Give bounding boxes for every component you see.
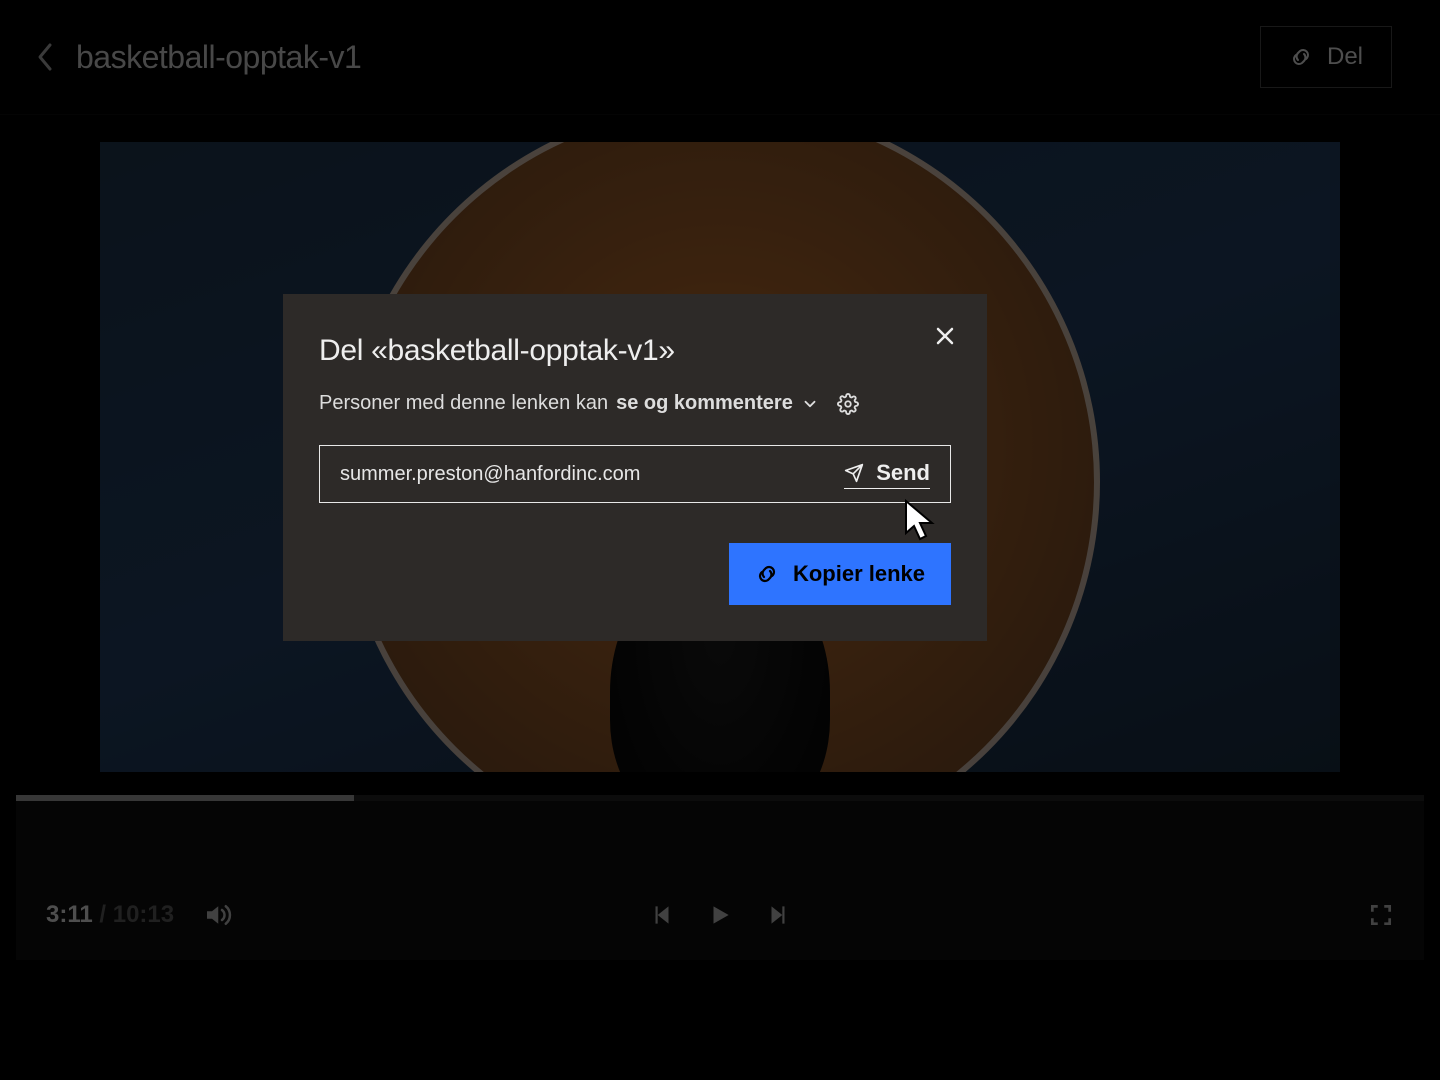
email-field-container: Send: [319, 445, 951, 503]
gear-icon[interactable]: [837, 393, 859, 415]
copy-link-button[interactable]: Kopier lenke: [729, 543, 951, 605]
permission-mode[interactable]: se og kommentere: [616, 392, 793, 415]
modal-title: Del «basketball-opptak-v1»: [319, 334, 951, 368]
send-button-label: Send: [876, 460, 930, 486]
paper-plane-icon: [844, 463, 864, 483]
permission-row: Personer med denne lenken kan se og komm…: [319, 392, 951, 415]
share-modal: Del «basketball-opptak-v1» Personer med …: [283, 294, 987, 641]
permission-prefix: Personer med denne lenken kan: [319, 392, 608, 415]
chevron-down-icon[interactable]: [801, 395, 819, 413]
email-field[interactable]: [340, 463, 844, 486]
link-icon: [755, 562, 779, 586]
copy-link-label: Kopier lenke: [793, 561, 925, 587]
send-button[interactable]: Send: [844, 460, 930, 489]
close-icon[interactable]: [933, 324, 957, 348]
